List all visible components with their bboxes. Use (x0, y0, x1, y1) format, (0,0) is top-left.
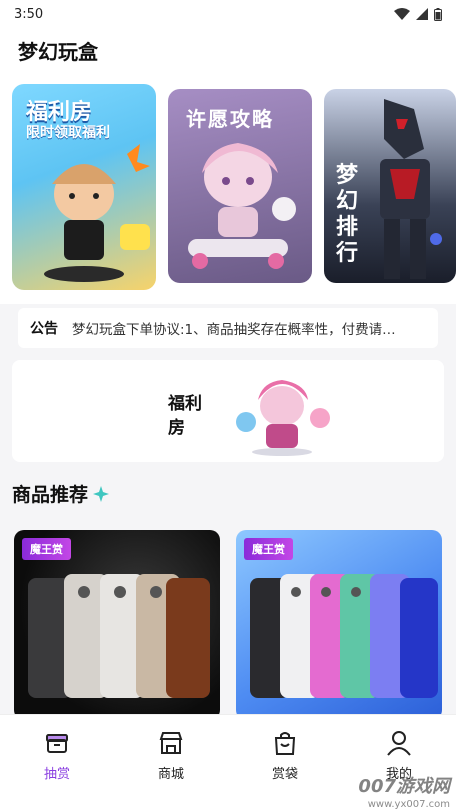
welfare-room-banner[interactable]: 福利房 (12, 360, 444, 462)
store-icon (159, 732, 183, 754)
wish-guide-card[interactable]: 许愿攻略 (168, 89, 312, 283)
product-card[interactable]: 魔王赏 (14, 530, 220, 720)
signal-icon (416, 8, 428, 20)
announcement-text: 梦幻玩盒下单协议:1、商品抽奖存在概率性，付费请… (72, 322, 396, 338)
watermark-url: www.yx007.com (367, 799, 450, 810)
mecha-illustration (380, 99, 442, 279)
figure-illustration (44, 144, 150, 282)
tab-store[interactable]: 商城 (131, 729, 211, 810)
bag-icon (274, 732, 296, 755)
tab-store-label: 商城 (157, 767, 184, 782)
app-title: 梦幻玩盒 (18, 39, 98, 64)
announcement-bar[interactable]: 公告 梦幻玩盒下单协议:1、商品抽奖存在概率性，付费请… (18, 308, 438, 348)
wifi-icon (394, 8, 410, 20)
product-card[interactable]: 魔王赏 (236, 530, 442, 720)
tab-draw[interactable]: 抽赏 (17, 729, 97, 810)
phone-product-image (250, 574, 438, 698)
tab-bag[interactable]: 赏袋 (245, 729, 325, 810)
user-icon (387, 731, 411, 756)
status-bar: 3:50 (0, 0, 456, 28)
anime-figure-illustration (188, 143, 296, 269)
status-time: 3:50 (14, 6, 44, 22)
dream-ranking-card[interactable]: 梦幻排行 (324, 89, 456, 283)
welfare-room-card[interactable]: 福利房 限时领取福利 (12, 84, 156, 290)
section-title: 商品推荐 (12, 480, 110, 507)
watermark: 007游戏网 (358, 776, 450, 797)
announcement-tag: 公告 (30, 321, 58, 337)
box-icon (46, 734, 68, 753)
tab-bag-label: 赏袋 (271, 767, 298, 782)
welfare-banner-label: 福利房 (168, 394, 202, 438)
status-icons (394, 7, 442, 21)
figure-illustration (236, 380, 330, 456)
battery-icon (434, 7, 442, 21)
section-title-text: 商品推荐 (12, 484, 89, 506)
tab-draw-label: 抽赏 (43, 767, 70, 782)
phone-product-image (28, 574, 210, 698)
sparkle-icon (93, 485, 110, 502)
app-header: 梦幻玩盒 (0, 28, 456, 72)
